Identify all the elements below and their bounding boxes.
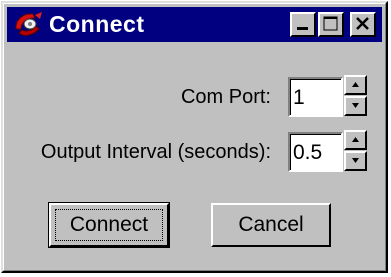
minimize-button[interactable] [290,12,316,37]
close-button[interactable] [350,12,376,37]
chevron-up-icon [352,82,359,87]
cancel-button[interactable]: Cancel [211,203,331,247]
connect-button[interactable]: Connect [48,202,170,248]
serial-connect-icon [15,12,42,36]
connect-dialog: Connect Com Port: 1 Output Interval (sec… [1,1,388,273]
output-interval-spin-up[interactable] [344,130,367,150]
maximize-button[interactable] [318,12,344,37]
output-interval-input[interactable]: 0.5 [288,132,343,172]
com-port-value: 1 [293,86,305,109]
focus-rectangle [55,209,163,241]
chevron-up-icon [352,137,359,142]
com-port-spin-up[interactable] [344,75,367,95]
com-port-label: Com Port: [180,86,271,108]
output-interval-spin-down[interactable] [344,151,367,171]
title-bar[interactable]: Connect [7,7,382,42]
output-interval-label: Output Interval (seconds): [40,141,271,163]
close-icon [356,17,369,30]
output-interval-value: 0.5 [293,141,323,164]
com-port-input[interactable]: 1 [288,77,343,117]
com-port-spin-down[interactable] [344,96,367,116]
chevron-down-icon [352,103,359,108]
chevron-down-icon [352,158,359,163]
cancel-button-label: Cancel [238,213,304,236]
window-title: Connect [49,11,145,37]
minimize-icon [297,27,308,30]
maximize-icon [323,16,338,31]
